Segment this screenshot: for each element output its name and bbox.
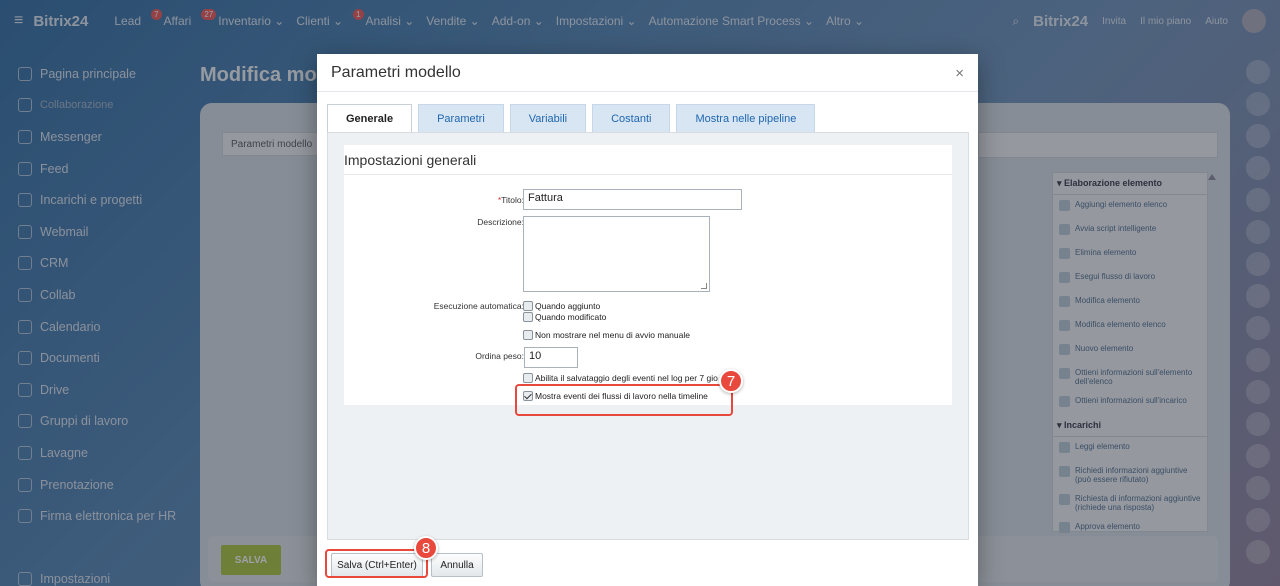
weight-label: Ordina peso: <box>475 351 524 361</box>
on-add-label: Quando aggiunto <box>535 301 601 311</box>
tab-0[interactable]: Generale <box>327 104 413 133</box>
log-label: Abilita il salvataggio degli eventi nel … <box>535 373 718 383</box>
title-input[interactable]: Fattura <box>523 189 742 210</box>
hide-manual-label: Non mostrare nel menu di avvio manuale <box>535 330 690 340</box>
general-settings-section: Impostazioni generali *Titolo: Fattura D… <box>344 145 952 405</box>
on-add-option[interactable]: Quando aggiunto <box>523 301 600 311</box>
hide-manual-option[interactable]: Non mostrare nel menu di avvio manuale <box>523 330 690 340</box>
tab-3[interactable]: Costanti <box>592 104 671 132</box>
close-icon[interactable]: × <box>955 65 964 82</box>
tab-body: Impostazioni generali *Titolo: Fattura D… <box>327 132 969 540</box>
tab-1[interactable]: Parametri <box>418 104 504 132</box>
title-label-text: Titolo: <box>501 195 524 205</box>
on-edit-label: Quando modificato <box>535 312 607 322</box>
description-label: Descrizione: <box>477 217 524 227</box>
on-edit-checkbox[interactable] <box>523 312 533 322</box>
template-parameters-dialog: Parametri modello × Generale Parametri Var… <box>317 54 978 586</box>
auto-exec-label: Esecuzione automatica: <box>433 301 524 311</box>
weight-input[interactable]: 10 <box>524 347 578 368</box>
tab-4[interactable]: Mostra nelle pipeline <box>676 104 816 132</box>
dialog-title: Parametri modello <box>331 63 461 81</box>
on-add-checkbox[interactable] <box>523 301 533 311</box>
resize-handle-icon[interactable] <box>701 283 707 289</box>
title-label: *Titolo: <box>344 195 524 205</box>
section-title: Impostazioni generali <box>344 145 952 175</box>
log-option[interactable]: Abilita il salvataggio degli eventi nel … <box>523 373 718 383</box>
description-textarea[interactable] <box>523 216 710 292</box>
cancel-button[interactable]: Annulla <box>431 553 483 577</box>
dialog-tabs: Generale Parametri Variabili Costanti Mostra… <box>327 104 816 133</box>
tab-2[interactable]: Variabili <box>509 104 587 132</box>
on-edit-option[interactable]: Quando modificato <box>523 312 606 322</box>
step-marker-8: 8 <box>414 536 438 560</box>
step-marker-7: 7 <box>719 369 743 393</box>
save-highlight <box>325 549 428 578</box>
timeline-highlight <box>515 384 733 416</box>
hide-manual-checkbox[interactable] <box>523 330 533 340</box>
dialog-header: Parametri modello <box>317 54 978 92</box>
log-checkbox[interactable] <box>523 373 533 383</box>
